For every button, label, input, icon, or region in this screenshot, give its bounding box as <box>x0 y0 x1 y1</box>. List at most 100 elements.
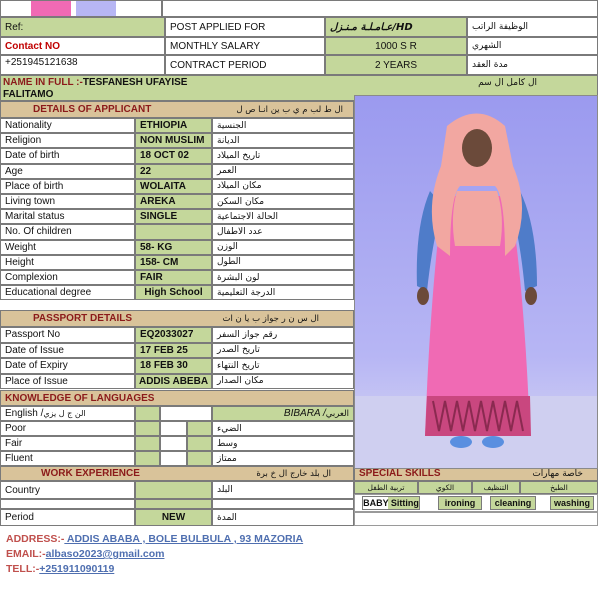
tel-line: TELL:-+251911090119 <box>6 563 114 575</box>
language-checkbox-english[interactable] <box>135 436 160 451</box>
applicant-row-value: WOLAITA <box>135 178 212 194</box>
applicant-row-ar: عدد الاطفال <box>212 224 354 240</box>
salary-ar: الشهري <box>467 37 598 55</box>
applicant-row-ar: مكان الميلاد <box>212 178 354 194</box>
country-label: Country <box>0 481 135 499</box>
applicant-row-value: SINGLE <box>135 209 212 225</box>
applicant-row-value: ETHIOPIA <box>135 118 212 134</box>
work-blank-mid <box>135 499 212 509</box>
skill-ar-label: تربية الطفل <box>354 481 418 494</box>
skill-ar-label: التنظيف <box>472 481 520 494</box>
applicant-row-label: Religion <box>0 133 135 149</box>
period-value: NEW <box>135 509 212 526</box>
passport-title-ar: ال س ن ر جواز ب يا ن ات <box>222 313 319 324</box>
passport-row-ar: تاريخ الصدر <box>212 342 354 358</box>
address-line: ADDRESS:- ADDIS ABABA , BOLE BULBULA , 9… <box>6 533 303 545</box>
applicant-row-ar: تاريخ الميلاد <box>212 148 354 164</box>
applicant-row-ar: الحالة الاجتماعية <box>212 209 354 225</box>
passport-title: PASSPORT DETAILS ال س ن ر جواز ب يا ن ات <box>0 310 354 327</box>
applicant-row-ar: الديانة <box>212 133 354 149</box>
applicant-row-ar: الجنسية <box>212 118 354 134</box>
contract-period-label: CONTRACT PERIOD <box>165 55 325 75</box>
applicant-title: DETAILS OF APPLICANT ال ط لب م ي ب ين ان… <box>0 101 354 118</box>
applicant-row-ar: الطول <box>212 254 354 270</box>
language-level-label: Fair <box>0 436 135 451</box>
applicant-row-label: Educational degree <box>0 285 135 301</box>
contact-label: Contact NO <box>0 37 165 55</box>
applicant-row-value: FAIR <box>135 270 212 286</box>
top-strip-right <box>162 0 598 17</box>
passport-row-ar: رقم جواز السفر <box>212 327 354 343</box>
language-checkbox-arabic[interactable] <box>187 436 212 451</box>
applicant-row-value <box>135 224 212 240</box>
applicant-row-label: Weight <box>0 239 135 255</box>
language-level-label: Poor <box>0 421 135 436</box>
skill-item: ironing <box>438 496 482 510</box>
applicant-photo-figure <box>355 113 597 468</box>
language-blank <box>160 436 187 451</box>
address-value[interactable]: ADDIS ABABA , BOLE BULBULA , 93 MAZORIA <box>64 533 303 545</box>
applicant-row-label: Nationality <box>0 118 135 134</box>
name-value-line2: FALITAMO <box>3 89 54 100</box>
passport-row-ar: مكان الصدار <box>212 373 354 389</box>
applicant-row-ar: العمر <box>212 163 354 179</box>
period-label: Period <box>0 509 135 526</box>
address-label: ADDRESS:- <box>6 533 65 545</box>
period-ar: مدة العقد <box>467 55 598 75</box>
applicant-row-ar: الدرجة التعليمية <box>212 285 354 301</box>
applicant-row-value: High School <box>135 285 212 301</box>
country-ar: البلد <box>212 481 354 499</box>
passport-row-label: Date of Expiry <box>0 358 135 374</box>
email-label: EMAIL:- <box>6 548 46 560</box>
language-level-label: Fluent <box>0 451 135 466</box>
language-blank <box>160 451 187 466</box>
passport-row-label: Passport No <box>0 327 135 343</box>
language-checkbox-english[interactable] <box>135 421 160 436</box>
passport-row-value: 17 FEB 25 <box>135 342 212 358</box>
language-checkbox-english[interactable] <box>135 451 160 466</box>
skills-row-blank <box>354 512 598 526</box>
language-blank <box>160 421 187 436</box>
country-value <box>135 481 212 499</box>
applicant-row-label: Complexion <box>0 270 135 286</box>
work-blank-left <box>0 499 135 509</box>
ref-label: Ref: <box>0 17 165 37</box>
applicant-row-ar: مكان السكن <box>212 194 354 210</box>
contact-number: +251945121638 <box>0 55 165 75</box>
work-title-ar: ال بلد خارج ال خ برة <box>256 468 331 479</box>
name-label: NAME IN FULL :- <box>3 77 83 88</box>
tel-link[interactable]: +251911090119 <box>39 563 114 575</box>
applicant-row-value: NON MUSLIM <box>135 133 212 149</box>
applicant-row-label: Age <box>0 163 135 179</box>
name-value-line1: TESFANESH UFAYISE <box>82 77 188 88</box>
post-applied-label: POST APPLIED FOR <box>165 17 325 37</box>
work-blank-right <box>212 499 354 509</box>
skills-title-ar: خاصة مهارات <box>532 468 583 479</box>
skill-item: washing <box>550 496 594 510</box>
language-level-ar: وسط <box>212 436 354 451</box>
language-level-ar: الضيء <box>212 421 354 436</box>
applicant-row-value: AREKA <box>135 194 212 210</box>
contract-period-value: 2 YEARS <box>325 55 467 75</box>
applicant-row-value: 158- CM <box>135 254 212 270</box>
skill-ar-label: الكوي <box>418 481 472 494</box>
applicant-row-label: No. Of children <box>0 224 135 240</box>
applicant-row-value: 22 <box>135 163 212 179</box>
applicant-row-value: 18 OCT 02 <box>135 148 212 164</box>
passport-row-label: Date of Issue <box>0 342 135 358</box>
language-checkbox-arabic[interactable] <box>187 451 212 466</box>
period-ar: المدة <box>212 509 354 526</box>
email-line: EMAIL:-albaso2023@gmail.com <box>6 548 164 560</box>
top-photo-strip <box>0 0 162 17</box>
post-ar: الوظيفة الراتب <box>467 17 598 37</box>
skill-item: cleaning <box>490 496 536 510</box>
language-checkbox-arabic[interactable] <box>187 421 212 436</box>
email-link[interactable]: albaso2023@gmail.com <box>46 548 165 560</box>
skill-item: BABY Sitting <box>362 496 420 510</box>
applicant-row-ar: الوزن <box>212 239 354 255</box>
passport-row-ar: تاريخ النتهاء <box>212 358 354 374</box>
applicant-row-label: Height <box>0 254 135 270</box>
applicant-row-ar: لون البشرة <box>212 270 354 286</box>
tel-label: TELL:- <box>6 563 40 575</box>
applicant-row-label: Date of birth <box>0 148 135 164</box>
